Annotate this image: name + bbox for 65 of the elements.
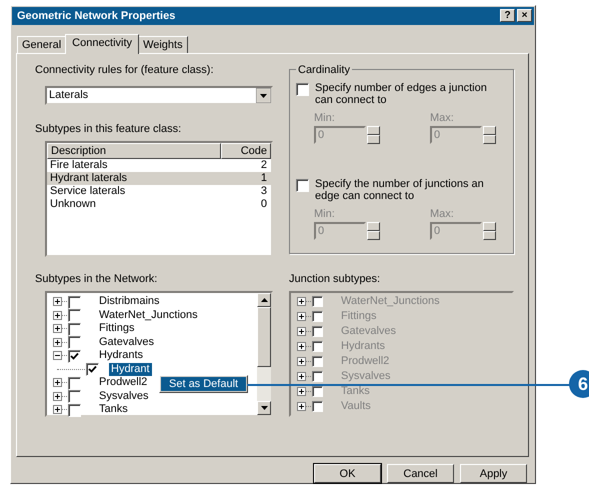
close-button[interactable]: ×	[517, 9, 532, 22]
table-row[interactable]: Unknown 0	[47, 198, 271, 211]
tree-label: Subtypes in the Network:	[35, 272, 158, 285]
step-number-badge: 6	[569, 370, 589, 398]
tree-label: Junction subtypes:	[289, 272, 382, 285]
dialog-button[interactable]: Apply	[460, 464, 527, 483]
checkbox-label: Specify the number of junctions an edge can connect to	[315, 178, 485, 202]
field-label: Min:	[314, 208, 336, 220]
expand-icon[interactable]	[53, 338, 62, 347]
menu-item[interactable]: Set as Default	[161, 376, 246, 391]
scroll-up-icon[interactable]	[260, 298, 268, 302]
collapse-icon[interactable]	[53, 351, 62, 360]
table-row[interactable]: Service laterals 3	[47, 184, 271, 198]
help-button[interactable]: ?	[500, 9, 515, 22]
tab[interactable]: General	[17, 36, 66, 53]
tree-item[interactable]: Tanks	[97, 403, 130, 416]
tree-item[interactable]: Sysvalves	[97, 390, 151, 403]
table-label: Subtypes in this feature class:	[35, 122, 182, 135]
expand-icon[interactable]	[53, 297, 62, 306]
checkbox[interactable]	[68, 376, 81, 390]
field-label: Max:	[430, 112, 455, 124]
field-label: Max:	[430, 208, 455, 220]
table-row[interactable]: Hydrant laterals 1	[47, 172, 271, 185]
table-cell: Fire laterals	[50, 158, 108, 172]
table-cell: Service laterals	[50, 184, 126, 198]
tree-item[interactable]: WaterNet_Junctions	[97, 308, 200, 322]
checkbox[interactable]	[68, 322, 81, 336]
checkbox[interactable]	[68, 296, 81, 309]
tree-item[interactable]: Gatevalves	[97, 336, 156, 349]
tab[interactable]: Weights	[138, 36, 188, 53]
dropdown-label: Connectivity rules for (feature class):	[35, 64, 215, 76]
table-cell: 1	[260, 172, 267, 185]
field-label: Min:	[314, 112, 336, 124]
column-header[interactable]: Description	[47, 142, 221, 159]
checkbox-label: Specify number of edges a junction can connect to	[315, 82, 488, 106]
dialog-button[interactable]: OK	[314, 464, 381, 483]
tree-item[interactable]: Fittings	[97, 322, 136, 336]
tree-item[interactable]: Hydrants	[97, 349, 146, 362]
table-cell: 0	[260, 198, 267, 211]
column-header[interactable]: Code	[221, 142, 271, 159]
table-row[interactable]: Fire laterals 2	[47, 158, 271, 172]
group-title: Cardinality	[297, 64, 351, 76]
dialog-button[interactable]: Cancel	[387, 464, 454, 483]
checkbox[interactable]	[68, 309, 81, 322]
expand-icon[interactable]	[53, 324, 62, 334]
table-cell: Hydrant laterals	[50, 172, 128, 185]
scroll-down-icon[interactable]	[260, 406, 268, 410]
tree-item[interactable]: Prodwell2	[97, 376, 150, 390]
table-cell: 3	[260, 184, 267, 198]
scrollbar[interactable]	[257, 292, 271, 415]
checkbox[interactable]	[68, 404, 81, 417]
window-title: Geometric Network Properties	[17, 10, 176, 22]
table-cell: 2	[260, 158, 267, 172]
tree-item[interactable]: Hydrant	[109, 362, 152, 376]
expand-icon[interactable]	[53, 310, 62, 320]
checkbox[interactable]	[68, 390, 81, 404]
expand-icon[interactable]	[53, 378, 62, 388]
feature-class-dropdown[interactable]: Laterals	[45, 86, 273, 105]
tree-item[interactable]: Distribmains	[97, 295, 162, 308]
checkbox[interactable]	[68, 336, 81, 350]
table-cell: Unknown	[50, 198, 96, 211]
expand-icon[interactable]	[53, 405, 62, 414]
tab[interactable]: Connectivity	[65, 34, 140, 54]
dropdown-arrow-icon[interactable]	[256, 88, 271, 103]
expand-icon[interactable]	[53, 392, 62, 401]
